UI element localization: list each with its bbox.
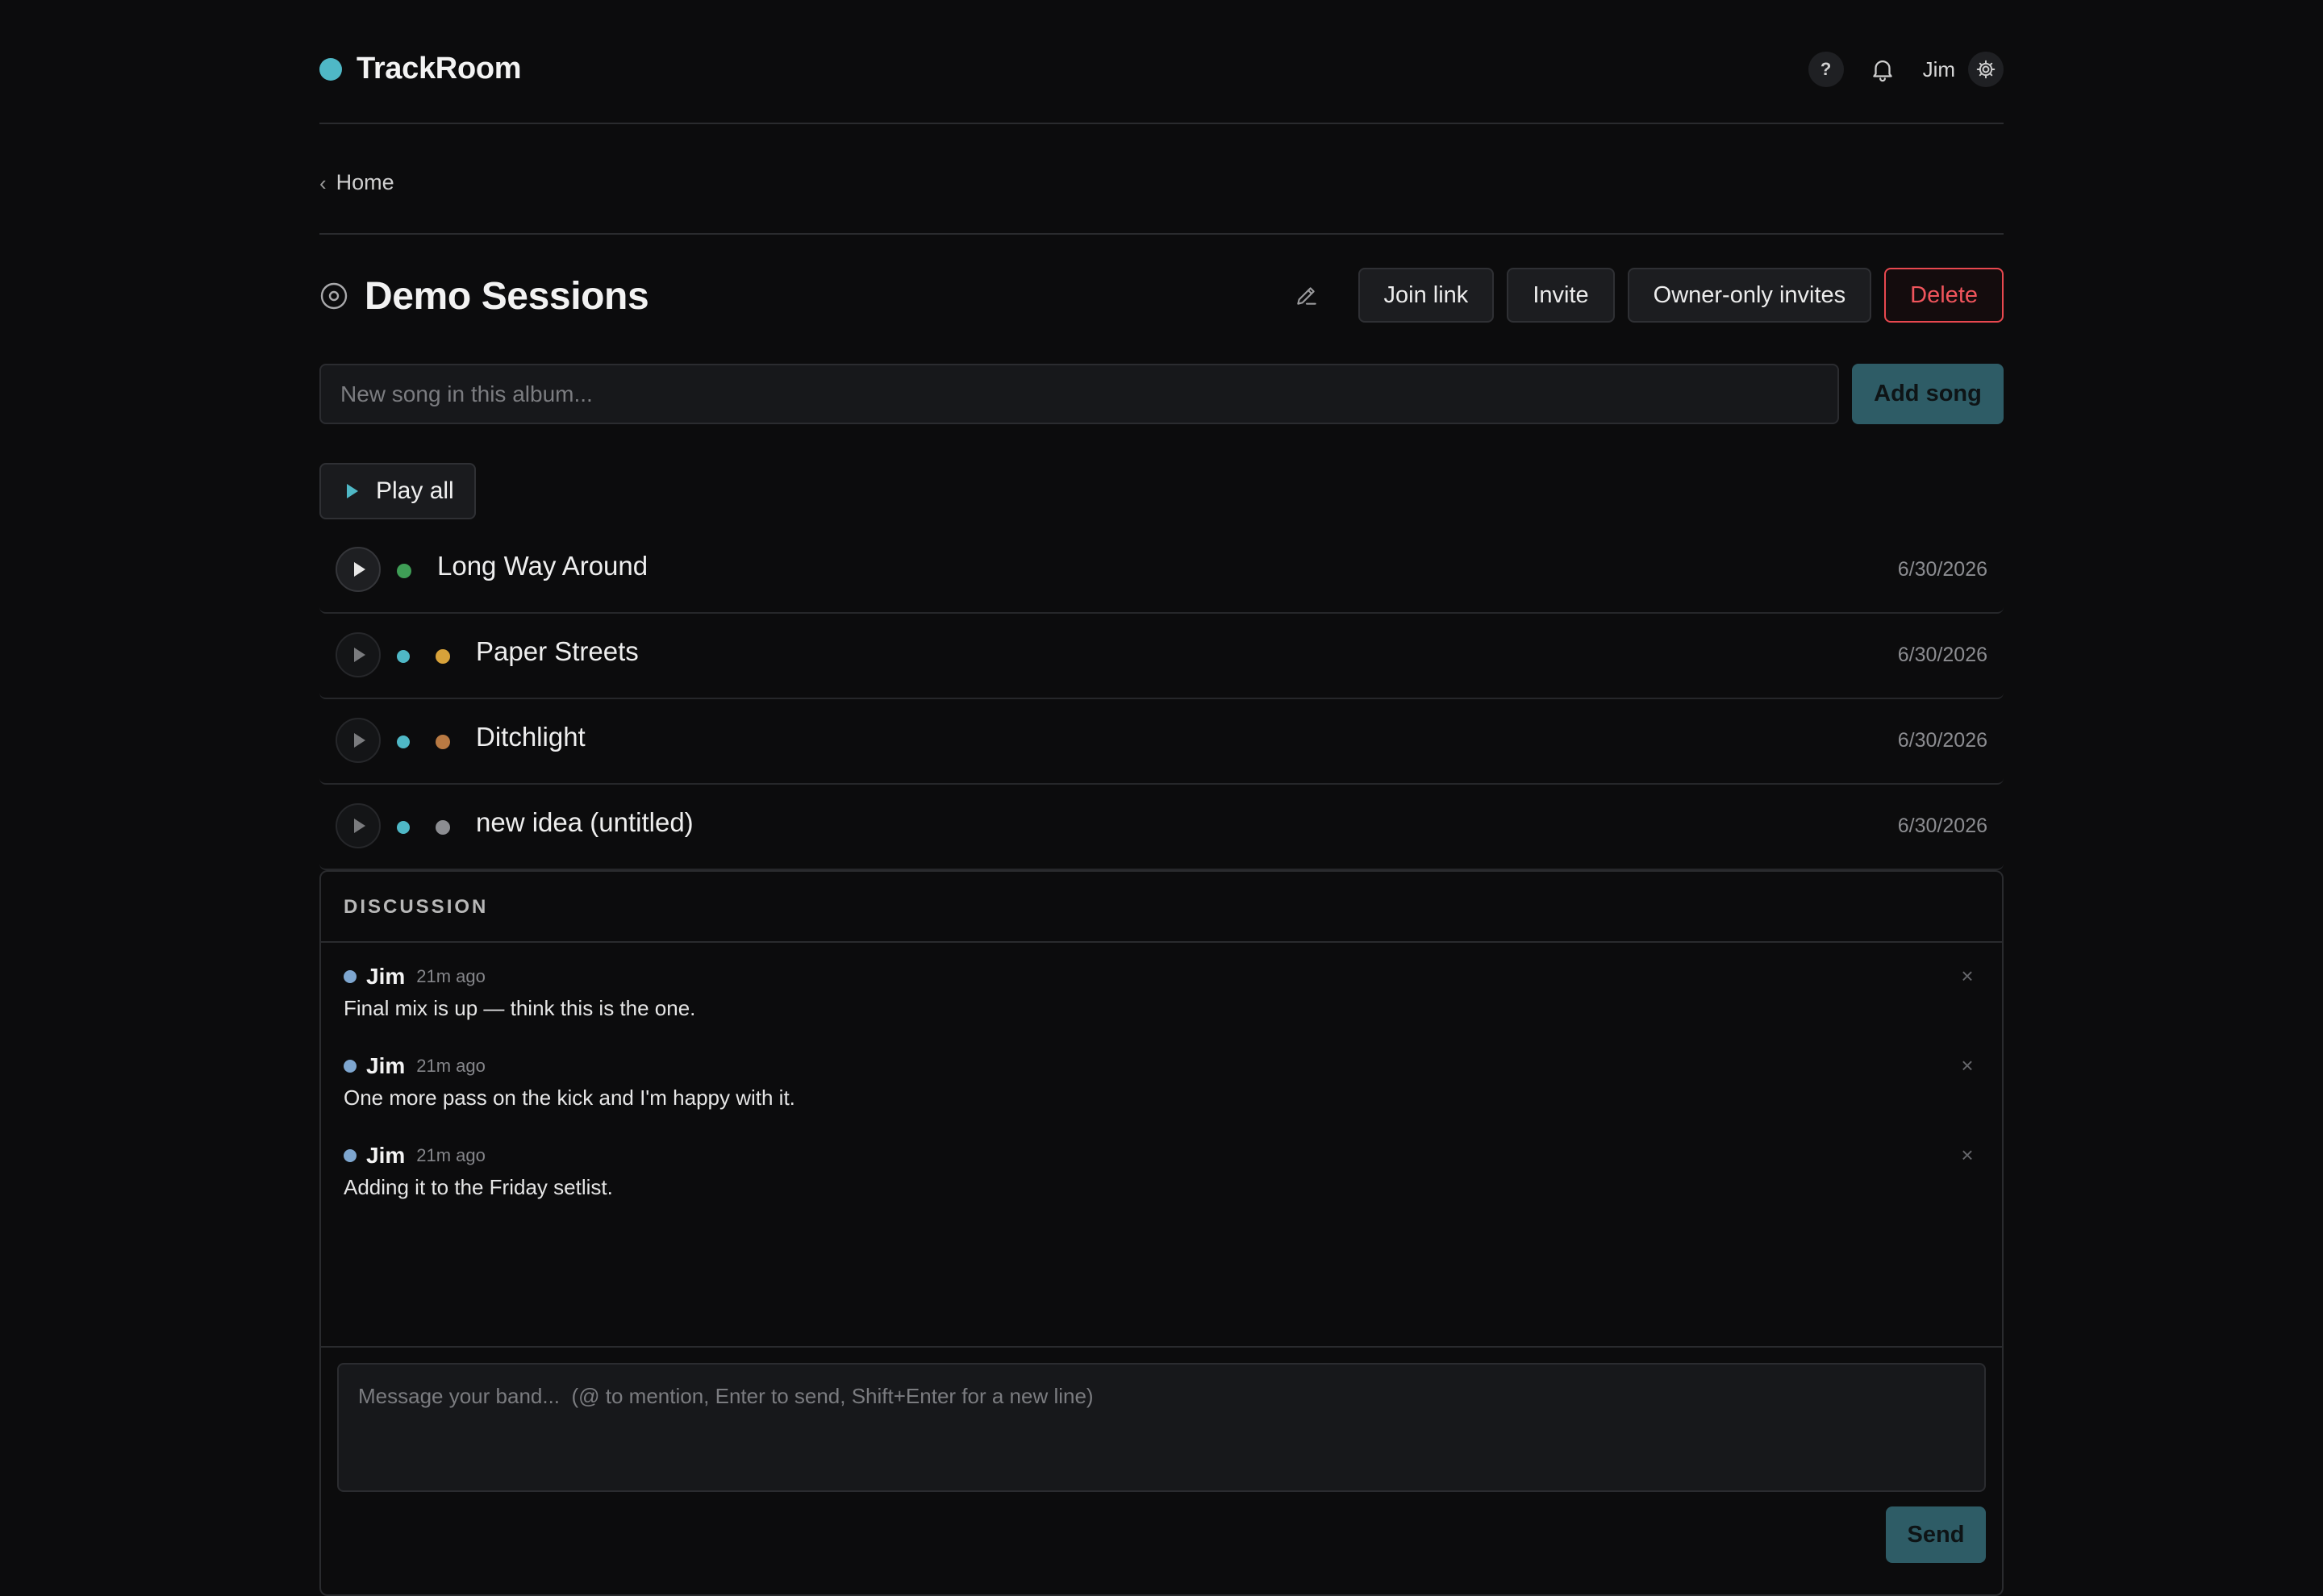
user-name[interactable]: Jim [1923,57,1955,82]
message-meta: Jim 21m ago [344,961,486,993]
presence-dot [344,970,357,983]
song-date: 6/30/2026 [1897,815,1987,837]
song-row[interactable]: new idea (untitled) 6/30/2026 [319,785,2004,870]
song-title: new idea (untitled) [476,807,694,837]
owner-only-invites-button[interactable]: Owner-only invites [1627,268,1872,323]
composer-divider [321,1346,2002,1348]
song-title: Paper Streets [476,636,639,666]
song-row[interactable]: Ditchlight 6/30/2026 [319,699,2004,785]
breadcrumb: ‹ Home [319,124,2004,235]
send-button[interactable]: Send [1886,1506,1986,1563]
message-item: Jim 21m ago Adding it to the Friday setl… [344,1140,1979,1220]
play-all-label: Play all [376,477,454,504]
message-author: Jim [366,1143,406,1168]
presence-dot [344,1149,357,1162]
album-header: Demo Sessions Join link Invite Owner-onl… [319,266,2004,326]
unread-dot [397,650,410,663]
song-date: 6/30/2026 [1897,558,1987,581]
bell-icon [1872,60,1892,82]
message-meta: Jim 21m ago [344,1140,486,1172]
message-author: Jim [366,964,406,989]
message-body: Adding it to the Friday setlist. [344,1175,613,1199]
song-list: Long Way Around 6/30/2026 Paper Streets … [319,528,2004,870]
song-play-button[interactable] [336,547,381,592]
album-title-group: Demo Sessions [319,266,649,326]
invite-button[interactable]: Invite [1507,268,1615,323]
album-actions: Join link Invite Owner-only invites Dele… [1292,268,2004,323]
app-name: TrackRoom [357,52,522,85]
play-icon [354,733,365,748]
play-icon [354,648,365,662]
gear-icon [1976,60,1996,79]
message-meta: Jim 21m ago [344,1050,486,1082]
question-icon: ? [1820,59,1832,79]
close-icon[interactable]: × [1955,964,1979,988]
song-row[interactable]: Long Way Around 6/30/2026 [319,528,2004,614]
status-dot [397,564,411,578]
song-date: 6/30/2026 [1897,729,1987,752]
message-time: 21m ago [416,1145,486,1165]
page-title: Demo Sessions [365,274,649,318]
status-dot [436,649,450,664]
play-icon [354,819,365,833]
play-icon [354,562,365,577]
brand[interactable]: TrackRoom [319,52,522,86]
play-all-button[interactable]: Play all [319,463,476,519]
chevron-left-icon: ‹ [319,171,327,195]
page: TrackRoom ? Jim ‹ Home Demo Sessions Joi… [319,0,2004,1596]
header-actions: ? Jim [1808,52,2004,87]
discussion-header: DISCUSSION [321,872,2002,943]
delete-button[interactable]: Delete [1884,268,2004,323]
discussion-panel: DISCUSSION Jim 21m ago Final mix is up —… [319,870,2004,1596]
play-icon [347,484,358,498]
song-title: Long Way Around [437,551,649,581]
unread-dot [397,735,410,748]
message-author: Jim [366,1053,406,1078]
song-play-button[interactable] [336,718,381,763]
message-body: Final mix is up — think this is the one. [344,996,696,1020]
message-item: Jim 21m ago One more pass on the kick an… [344,1050,1979,1131]
join-link-button[interactable]: Join link [1358,268,1495,323]
new-song-row: Add song [319,364,2004,424]
song-row[interactable]: Paper Streets 6/30/2026 [319,614,2004,699]
message-input[interactable] [337,1363,1986,1492]
close-icon[interactable]: × [1955,1053,1979,1077]
song-play-button[interactable] [336,632,381,677]
song-date: 6/30/2026 [1897,644,1987,666]
message-time: 21m ago [416,1056,486,1076]
edit-title-button[interactable] [1292,281,1321,310]
song-title: Ditchlight [476,722,586,752]
new-song-input[interactable] [319,364,1839,424]
breadcrumb-label: Home [336,170,394,194]
pencil-icon [1296,287,1316,305]
breadcrumb-home-link[interactable]: ‹ Home [319,169,394,196]
status-dot [436,735,450,749]
settings-button[interactable] [1968,52,2004,87]
help-button[interactable]: ? [1808,52,1844,87]
status-dot [436,820,450,835]
message-time: 21m ago [416,966,486,986]
add-song-button[interactable]: Add song [1852,364,2004,424]
notifications-button[interactable] [1865,52,1900,87]
message-item: Jim 21m ago Final mix is up — think this… [344,961,1979,1041]
brand-logo-dot [319,57,342,81]
top-bar: TrackRoom ? Jim [319,0,2004,124]
message-body: One more pass on the kick and I'm happy … [344,1086,795,1110]
discussion-label: DISCUSSION [344,896,489,918]
song-play-button[interactable] [336,803,381,848]
close-icon[interactable]: × [1955,1143,1979,1167]
presence-dot [344,1060,357,1073]
disc-icon [320,282,348,310]
unread-dot [397,821,410,834]
